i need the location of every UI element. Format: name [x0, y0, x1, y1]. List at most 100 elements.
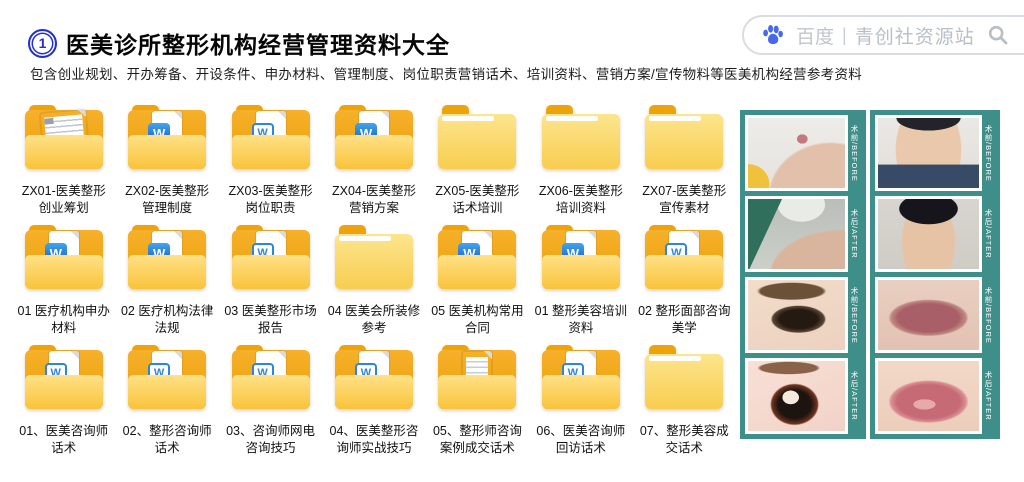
folder-item[interactable]: ZX01-医美整形创业筹划 [12, 102, 115, 222]
folder-item[interactable]: 02 医疗机构法律法规 [115, 222, 218, 342]
folder-item[interactable]: 07、整形美容成交话术 [633, 342, 736, 462]
folder-label: ZX05-医美整形话术培训 [426, 183, 529, 217]
photo-stage-label: 术前/BEFORE [982, 277, 995, 353]
before-after-photo [875, 196, 982, 272]
folder-front [335, 135, 413, 169]
folder-item[interactable]: 04、医美整形咨询师实战技巧 [322, 342, 425, 462]
folder-front [232, 255, 310, 289]
folder-label: 01 整形美容培训资料 [529, 303, 632, 337]
folder-icon [125, 345, 209, 411]
folder-icon [229, 345, 313, 411]
folder-icon [435, 345, 519, 411]
folder-icon [229, 225, 313, 291]
folder-label: 06、医美咨询师回访话术 [529, 423, 632, 457]
folder-label: 04、医美整形咨询师实战技巧 [322, 423, 425, 457]
before-after-gallery: 术前/BEFORE 术后/AFTER 术前/BEFORE 术后/AFTER 术前… [740, 110, 1000, 439]
folder-back [645, 114, 723, 169]
page-header: 1 医美诊所整形机构经营管理资料大全 [28, 26, 450, 60]
before-after-photo [875, 277, 982, 353]
folder-item[interactable]: 03 医美整形市场报告 [219, 222, 322, 342]
folder-item[interactable]: 05、整形师咨询案例成交话术 [426, 342, 529, 462]
folder-icon [642, 105, 726, 171]
before-after-photo [745, 196, 848, 272]
folder-item[interactable]: ZX02-医美整形管理制度 [115, 102, 218, 222]
folder-label: 03 医美整形市场报告 [219, 303, 322, 337]
before-after-photo [745, 115, 848, 191]
folder-item[interactable]: 04 医美会所装修参考 [322, 222, 425, 342]
folder-front [542, 255, 620, 289]
search-box[interactable]: 百度 | 青创社资源站 [742, 15, 1024, 55]
before-after-cell: 术后/AFTER [745, 196, 861, 272]
search-separator: | [842, 25, 847, 46]
folder-label: 07、整形美容成交话术 [633, 423, 736, 457]
before-after-photo [745, 277, 848, 353]
folder-item[interactable]: 01 整形美容培训资料 [529, 222, 632, 342]
folder-item[interactable]: ZX06-医美整形培训资料 [529, 102, 632, 222]
folder-icon [22, 345, 106, 411]
folder-grid: ZX01-医美整形创业筹划 ZX02-医美整形管理制度 [12, 102, 736, 462]
folder-back [438, 114, 516, 169]
folder-label: 05 医美机构常用合同 [426, 303, 529, 337]
folder-front [542, 375, 620, 409]
folder-item[interactable]: 02 整形面部咨询美学 [633, 222, 736, 342]
folder-front [25, 375, 103, 409]
folder-icon [125, 105, 209, 171]
magnifier-icon[interactable] [987, 24, 1009, 46]
gallery-column-right: 术前/BEFORE 术后/AFTER 术前/BEFORE 术后/AFTER [870, 110, 1000, 439]
folder-front [25, 135, 103, 169]
folder-label: 04 医美会所装修参考 [322, 303, 425, 337]
folder-front [645, 255, 723, 289]
folder-back [542, 114, 620, 169]
before-after-cell: 术前/BEFORE [745, 277, 861, 353]
before-after-cell: 术后/AFTER [745, 358, 861, 434]
folder-label: ZX04-医美整形营销方案 [322, 183, 425, 217]
before-after-cell: 术后/AFTER [875, 358, 995, 434]
before-after-cell: 术前/BEFORE [745, 115, 861, 191]
photo-stage-label: 术后/AFTER [982, 358, 995, 434]
folder-label: 03、咨询师网电咨询技巧 [219, 423, 322, 457]
page: 1 医美诊所整形机构经营管理资料大全 包含创业规划、开办筹备、开设条件、申办材料… [0, 0, 1024, 482]
folder-label: 05、整形师咨询案例成交话术 [426, 423, 529, 457]
photo-stage-label: 术前/BEFORE [848, 277, 861, 353]
page-title: 医美诊所整形机构经营管理资料大全 [66, 26, 450, 60]
folder-item[interactable]: ZX05-医美整形话术培训 [426, 102, 529, 222]
folder-item[interactable]: 03、咨询师网电咨询技巧 [219, 342, 322, 462]
folder-item[interactable]: 06、医美咨询师回访话术 [529, 342, 632, 462]
page-subtitle: 包含创业规划、开办筹备、开设条件、申办材料、管理制度、岗位职责营销话术、培训资料… [30, 63, 862, 83]
before-after-cell: 术前/BEFORE [875, 115, 995, 191]
folder-icon [539, 105, 623, 171]
folder-front [335, 375, 413, 409]
gallery-column-left: 术前/BEFORE 术后/AFTER 术前/BEFORE 术后/AFTER [740, 110, 866, 439]
before-after-cell: 术后/AFTER [875, 196, 995, 272]
folder-label: 02 医疗机构法律法规 [115, 303, 218, 337]
before-after-photo [745, 358, 848, 434]
folder-label: ZX07-医美整形宣传素材 [633, 183, 736, 217]
folder-item[interactable]: ZX03-医美整形岗位职责 [219, 102, 322, 222]
photo-stage-label: 术后/AFTER [848, 196, 861, 272]
folder-front [25, 255, 103, 289]
search-site-label: 青创社资源站 [855, 22, 975, 49]
folder-label: ZX03-医美整形岗位职责 [219, 183, 322, 217]
folder-icon [332, 345, 416, 411]
folder-back [335, 234, 413, 289]
folder-icon [332, 225, 416, 291]
folder-icon [435, 105, 519, 171]
folder-item[interactable]: 05 医美机构常用合同 [426, 222, 529, 342]
folder-icon [539, 225, 623, 291]
photo-stage-label: 术后/AFTER [982, 196, 995, 272]
folder-icon [642, 225, 726, 291]
folder-icon [539, 345, 623, 411]
number-badge-icon: 1 [28, 29, 57, 58]
folder-item[interactable]: 02、整形咨询师话术 [115, 342, 218, 462]
folder-item[interactable]: 01、医美咨询师话术 [12, 342, 115, 462]
folder-label: 01 医疗机构申办材料 [12, 303, 115, 337]
folder-label: ZX01-医美整形创业筹划 [12, 183, 115, 217]
folder-icon [125, 225, 209, 291]
folder-icon [435, 225, 519, 291]
folder-item[interactable]: 01 医疗机构申办材料 [12, 222, 115, 342]
folder-icon [22, 225, 106, 291]
folder-front [128, 375, 206, 409]
folder-item[interactable]: ZX07-医美整形宣传素材 [633, 102, 736, 222]
folder-item[interactable]: ZX04-医美整形营销方案 [322, 102, 425, 222]
folder-back [645, 354, 723, 409]
